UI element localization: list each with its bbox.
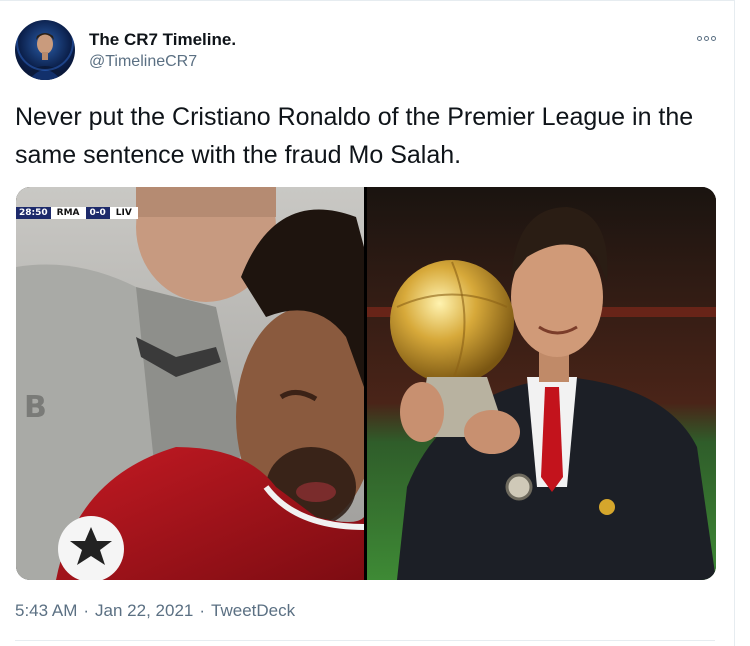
display-name[interactable]: The CR7 Timeline. xyxy=(89,30,236,50)
dot xyxy=(710,35,716,41)
svg-text:B: B xyxy=(24,390,47,425)
avatar-person-icon xyxy=(16,20,74,80)
frame-top-border xyxy=(0,0,735,1)
photo-trophy-player-image xyxy=(367,187,716,580)
frame-right-border xyxy=(734,0,735,646)
meta-separator: · xyxy=(83,601,90,620)
scorebug-clock: 28:50 xyxy=(16,207,51,219)
avatar[interactable] xyxy=(15,20,75,80)
tweet-date[interactable]: Jan 22, 2021 xyxy=(95,600,193,622)
tweet-text: Never put the Cristiano Ronaldo of the P… xyxy=(15,103,694,169)
divider xyxy=(15,640,715,641)
dot xyxy=(703,35,709,41)
scorebug-away: LIV xyxy=(109,207,138,219)
tweet-media: B 28:50 RMA 0-0 LIV xyxy=(16,187,716,580)
meta-separator: · xyxy=(199,601,206,620)
score-bug: 28:50 RMA 0-0 LIV xyxy=(16,207,138,219)
scorebug-score: 0-0 xyxy=(85,207,110,219)
user-handle[interactable]: @TimelineCR7 xyxy=(89,52,197,72)
more-options-icon[interactable] xyxy=(690,24,722,52)
tweet-meta: 5:43 AM · Jan 22, 2021 · TweetDeck xyxy=(15,600,295,622)
dot xyxy=(696,35,702,41)
tweet-source-link[interactable]: TweetDeck xyxy=(211,600,295,622)
media-photo-left[interactable]: B 28:50 RMA 0-0 LIV xyxy=(16,187,364,580)
tweet-time[interactable]: 5:43 AM xyxy=(15,600,77,622)
scorebug-home: RMA xyxy=(50,207,86,219)
photo-crying-player-image: B xyxy=(16,187,364,580)
media-photo-right[interactable] xyxy=(367,187,716,580)
